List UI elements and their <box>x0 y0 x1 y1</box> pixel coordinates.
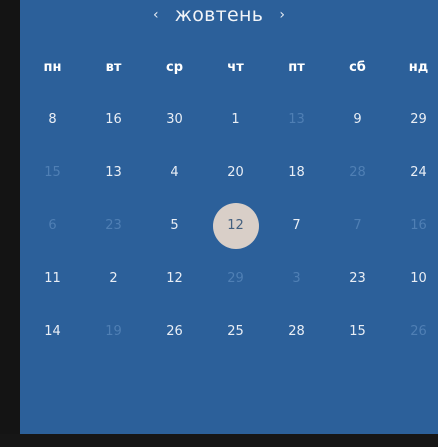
day-number: 13 <box>288 112 305 127</box>
day-number: 24 <box>410 165 427 180</box>
day-number: 10 <box>410 271 427 286</box>
day-cell[interactable]: 28 <box>266 305 327 358</box>
day-number: 15 <box>349 324 366 339</box>
day-number: 11 <box>44 271 61 286</box>
day-number: 23 <box>105 218 122 233</box>
day-cell[interactable]: 18 <box>266 146 327 199</box>
day-number: 30 <box>166 112 183 127</box>
day-cell[interactable]: 13 <box>266 93 327 146</box>
day-cell[interactable]: 30 <box>144 93 205 146</box>
weekday-tue: вт <box>105 60 122 75</box>
day-number: 12 <box>166 271 183 286</box>
day-cell[interactable]: 25 <box>205 305 266 358</box>
day-cell[interactable]: 7 <box>327 199 388 252</box>
day-number: 25 <box>227 324 244 339</box>
day-cell[interactable]: 5 <box>144 199 205 252</box>
day-cell[interactable]: 3 <box>266 252 327 305</box>
day-number: 4 <box>170 165 179 180</box>
day-cell[interactable]: 29 <box>205 252 266 305</box>
day-number: 8 <box>48 112 57 127</box>
day-cell[interactable]: 23 <box>83 199 144 252</box>
month-header: ‹ жовтень › <box>0 0 438 30</box>
day-cell[interactable]: 26 <box>388 305 438 358</box>
day-number: 5 <box>170 218 179 233</box>
day-cell[interactable]: 4 <box>144 146 205 199</box>
day-cell[interactable]: 12 <box>144 252 205 305</box>
day-cell[interactable]: 6 <box>22 199 83 252</box>
day-number: 12 <box>212 202 259 249</box>
weekday-sat: сб <box>349 60 366 75</box>
day-number: 29 <box>227 271 244 286</box>
chevron-right-icon[interactable]: › <box>273 7 291 23</box>
day-cell[interactable]: 19 <box>83 305 144 358</box>
weekday-fri: пт <box>288 60 305 75</box>
day-number: 16 <box>410 218 427 233</box>
day-cell[interactable]: 15 <box>327 305 388 358</box>
weekday-header-row: пн вт ср чт пт сб нд <box>22 59 438 77</box>
day-number: 1 <box>231 112 240 127</box>
selected-day-cell[interactable]: 12 <box>205 199 266 252</box>
day-number: 26 <box>166 324 183 339</box>
day-cell[interactable]: 10 <box>388 252 438 305</box>
bottom-bar <box>0 434 438 447</box>
day-number: 28 <box>349 165 366 180</box>
day-cell[interactable]: 13 <box>83 146 144 199</box>
day-cell[interactable]: 28 <box>327 146 388 199</box>
day-number: 18 <box>288 165 305 180</box>
day-number: 13 <box>105 165 122 180</box>
weekday-wed: ср <box>165 60 183 75</box>
month-title: жовтень <box>174 4 264 26</box>
chevron-left-icon[interactable]: ‹ <box>147 7 165 23</box>
day-cell[interactable]: 1 <box>205 93 266 146</box>
day-cell[interactable]: 23 <box>327 252 388 305</box>
day-number: 26 <box>410 324 427 339</box>
day-number: 16 <box>105 112 122 127</box>
day-number: 19 <box>105 324 122 339</box>
day-cell[interactable]: 7 <box>266 199 327 252</box>
weekday-mon: пн <box>43 60 62 75</box>
day-number: 29 <box>410 112 427 127</box>
day-cell[interactable]: 26 <box>144 305 205 358</box>
day-cell[interactable]: 2 <box>83 252 144 305</box>
weekday-sun: нд <box>408 60 429 75</box>
day-number: 6 <box>48 218 57 233</box>
day-number: 9 <box>353 112 362 127</box>
day-number: 15 <box>44 165 61 180</box>
day-cell[interactable]: 16 <box>388 199 438 252</box>
calendar-window: ‹ жовтень › пн вт ср чт пт сб нд 8 16 30 1 1… <box>0 0 438 447</box>
day-number: 2 <box>109 271 118 286</box>
day-number: 20 <box>227 165 244 180</box>
day-grid: 8 16 30 1 13 9 29 15 13 4 20 18 28 24 6 23 5 12 7 7 16 11 2 12 2… <box>22 93 438 358</box>
day-number: 28 <box>288 324 305 339</box>
day-number: 7 <box>292 218 301 233</box>
day-cell[interactable]: 29 <box>388 93 438 146</box>
day-cell[interactable]: 8 <box>22 93 83 146</box>
day-cell[interactable]: 14 <box>22 305 83 358</box>
day-number: 7 <box>353 218 362 233</box>
day-number: 14 <box>44 324 61 339</box>
day-cell[interactable]: 16 <box>83 93 144 146</box>
day-cell[interactable]: 24 <box>388 146 438 199</box>
day-number: 3 <box>292 271 301 286</box>
day-cell[interactable]: 20 <box>205 146 266 199</box>
day-cell[interactable]: 9 <box>327 93 388 146</box>
day-number: 23 <box>349 271 366 286</box>
day-cell[interactable]: 11 <box>22 252 83 305</box>
weekday-thu: чт <box>227 60 244 75</box>
day-cell[interactable]: 15 <box>22 146 83 199</box>
